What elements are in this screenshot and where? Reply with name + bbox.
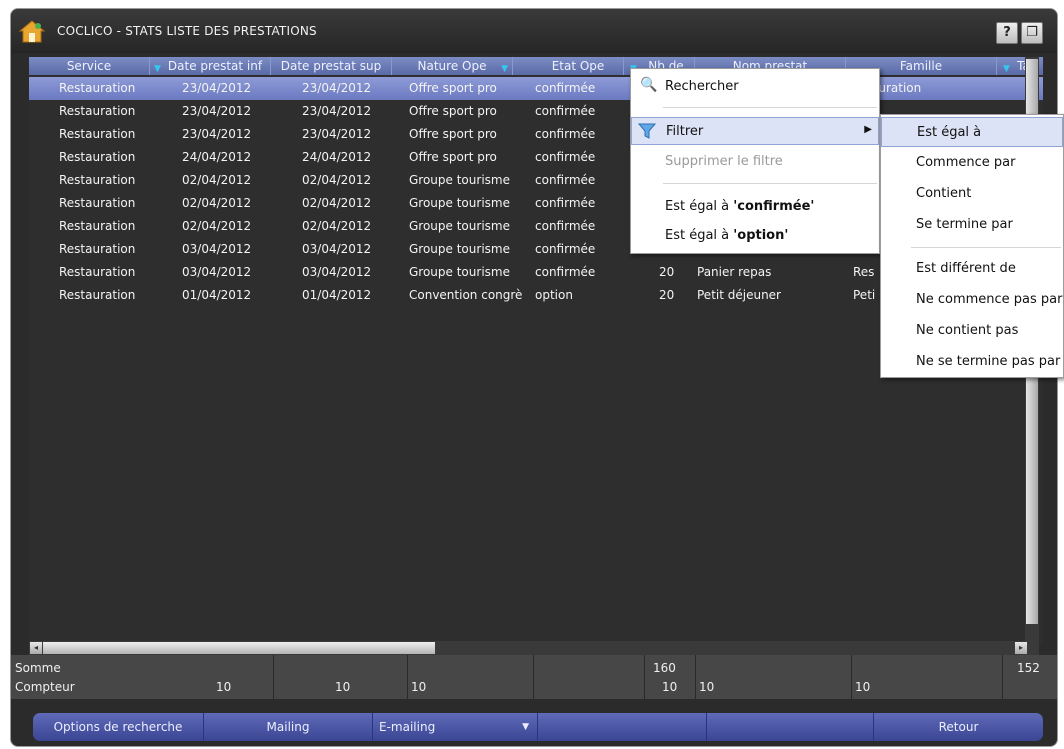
- col-header-service[interactable]: Service: [29, 57, 150, 75]
- col-header-date-inf[interactable]: ▼ Date prestat inf: [150, 57, 271, 75]
- submenu-arrow-icon: ▶: [864, 124, 872, 135]
- context-menu: 🔍 Rechercher Filtrer ▶ Supprimer le filt…: [630, 68, 880, 254]
- compteur-value: 10: [335, 680, 351, 694]
- menu-item-filtrer[interactable]: Filtrer ▶: [631, 117, 879, 145]
- compteur-value: 10: [662, 680, 678, 694]
- scroll-thumb[interactable]: [43, 642, 435, 654]
- somme-label: Somme: [15, 661, 61, 675]
- funnel-icon: [638, 123, 656, 139]
- maximize-button[interactable]: ❐: [1021, 22, 1043, 44]
- somme-value: 160: [653, 661, 676, 675]
- menu-item-rechercher[interactable]: 🔍 Rechercher: [631, 73, 879, 101]
- filter-icon: ▼: [154, 64, 161, 74]
- col-header-date-sup[interactable]: Date prestat sup: [271, 57, 392, 75]
- title-bar: COCLICO - STATS LISTE DES PRESTATIONS ? …: [11, 9, 1057, 53]
- options-recherche-button[interactable]: Options de recherche: [33, 713, 204, 741]
- table-row[interactable]: Restauration 23/04/2012 23/04/2012 Offre…: [29, 77, 1043, 100]
- menu-item-egal-option[interactable]: Est égal à 'option': [631, 222, 879, 250]
- submenu-item-ne-commence-pas[interactable]: Ne commence pas par: [881, 285, 1063, 315]
- scroll-left-arrow-icon[interactable]: ◂: [30, 642, 42, 654]
- compteur-value: 10: [699, 680, 715, 694]
- col-header-etat[interactable]: Etat Ope: [513, 57, 624, 75]
- submenu-item-est-egal[interactable]: Est égal à: [881, 117, 1063, 147]
- compteur-value: 10: [411, 680, 427, 694]
- submenu-item-ne-se-termine-pas[interactable]: Ne se termine pas par: [881, 347, 1063, 377]
- col-header-nature[interactable]: Nature Ope ▼: [392, 57, 513, 75]
- help-button[interactable]: ?: [996, 22, 1018, 44]
- empty-button[interactable]: [707, 713, 874, 741]
- somme-value: 152: [1017, 661, 1040, 675]
- submenu-item-est-different[interactable]: Est différent de: [881, 254, 1063, 284]
- mailing-button[interactable]: Mailing: [204, 713, 373, 741]
- retour-button[interactable]: Retour: [874, 713, 1043, 741]
- filter-submenu: Est égal à Commence par Contient Se term…: [880, 114, 1064, 378]
- scroll-right-arrow-icon[interactable]: ▸: [1015, 642, 1027, 654]
- filter-icon: ▼: [1003, 64, 1010, 74]
- search-icon: 🔍: [640, 77, 658, 93]
- horizontal-scrollbar[interactable]: ◂ ▸: [29, 641, 1039, 655]
- chevron-down-icon: ▼: [522, 722, 529, 732]
- grid-header: Service ▼ Date prestat inf Date prestat …: [29, 57, 1043, 75]
- home-icon: [19, 20, 45, 43]
- menu-item-egal-confirmee[interactable]: Est égal à 'confirmée': [631, 193, 879, 221]
- submenu-item-commence-par[interactable]: Commence par: [881, 148, 1063, 178]
- bottom-toolbar: Options de recherche Mailing E-mailing ▼…: [33, 713, 1043, 741]
- compteur-value: 10: [216, 680, 232, 694]
- window-title: COCLICO - STATS LISTE DES PRESTATIONS: [57, 24, 317, 38]
- compteur-label: Compteur: [15, 680, 75, 694]
- submenu-item-contient[interactable]: Contient: [881, 179, 1063, 209]
- filter-icon: ▼: [501, 64, 508, 74]
- empty-button[interactable]: [538, 713, 707, 741]
- menu-item-supprimer-filtre[interactable]: Supprimer le filtre: [631, 148, 879, 176]
- submenu-item-se-termine-par[interactable]: Se termine par: [881, 210, 1063, 240]
- emailing-dropdown[interactable]: E-mailing ▼: [373, 713, 538, 741]
- submenu-item-ne-contient-pas[interactable]: Ne contient pas: [881, 316, 1063, 346]
- summary-footer: Somme Compteur 10 10 10 160 10 10 10 152: [11, 655, 1057, 699]
- compteur-value: 10: [855, 680, 871, 694]
